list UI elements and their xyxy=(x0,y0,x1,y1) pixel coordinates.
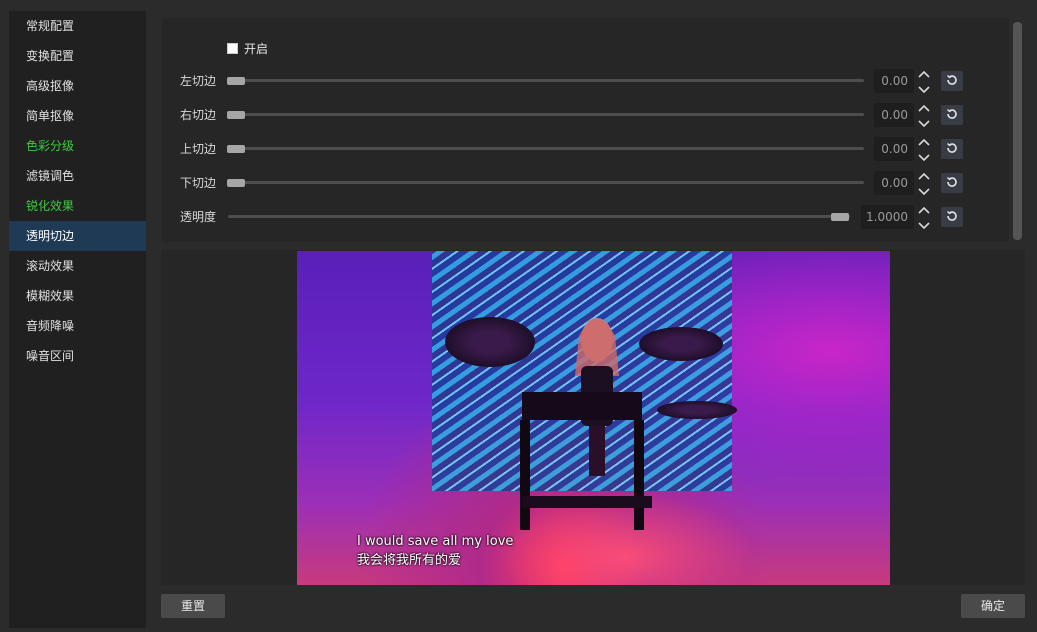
ok-button[interactable]: 确定 xyxy=(961,594,1025,618)
opacity-slider-thumb[interactable] xyxy=(831,213,849,221)
sidebar-item-advanced-keying[interactable]: 高级抠像 xyxy=(9,71,146,101)
sidebar-item-audio-denoise[interactable]: 音频降噪 xyxy=(9,311,146,341)
cymbal-left xyxy=(445,317,535,367)
video-preview: I would save all my love 我会将我所有的爱 xyxy=(297,251,890,585)
sidebar-item-sharpen[interactable]: 锐化效果 xyxy=(9,191,146,221)
subtitle-english: I would save all my love xyxy=(357,534,514,549)
reset-icon xyxy=(946,74,958,89)
opacity-reset-button[interactable] xyxy=(941,207,963,227)
sidebar-item-noise-range[interactable]: 噪音区间 xyxy=(9,341,146,371)
top-crop-spin-arrows-icon[interactable] xyxy=(917,135,931,165)
bottom-crop-label: 下切边 xyxy=(180,176,217,190)
sidebar-item-filter[interactable]: 滤镜调色 xyxy=(9,161,146,191)
drum-pad-right xyxy=(657,401,737,419)
settings-scrollbar[interactable] xyxy=(1013,22,1022,240)
enable-checkbox-row[interactable]: 开启 xyxy=(227,40,268,56)
sidebar-item-transform[interactable]: 变换配置 xyxy=(9,41,146,71)
reset-icon xyxy=(946,108,958,123)
bottom-crop-spin-arrows-icon[interactable] xyxy=(917,169,931,199)
top-crop-label: 上切边 xyxy=(180,142,217,156)
right-crop-slider-track[interactable] xyxy=(228,113,864,116)
drum-kit xyxy=(520,392,652,530)
reset-icon xyxy=(946,176,958,191)
reset-button[interactable]: 重置 xyxy=(161,594,225,618)
right-crop-label: 右切边 xyxy=(180,108,217,122)
right-crop-value-input[interactable]: 0.00 xyxy=(874,103,914,127)
right-crop-reset-button[interactable] xyxy=(941,105,963,125)
right-crop-spin-arrows-icon[interactable] xyxy=(917,101,931,131)
bottom-crop-reset-button[interactable] xyxy=(941,173,963,193)
sidebar-item-color-grading[interactable]: 色彩分级 xyxy=(9,131,146,161)
sidebar-item-simple-keying[interactable]: 简单抠像 xyxy=(9,101,146,131)
sidebar-item-scroll[interactable]: 滚动效果 xyxy=(9,251,146,281)
opacity-label: 透明度 xyxy=(180,210,217,224)
sidebar-item-transparent-crop[interactable]: 透明切边 xyxy=(9,221,146,251)
bottom-crop-slider-track[interactable] xyxy=(228,181,864,184)
bottom-crop-value-input[interactable]: 0.00 xyxy=(874,171,914,195)
sidebar: 常规配置 变换配置 高级抠像 简单抠像 色彩分级 滤镜调色 锐化效果 透明切边 … xyxy=(9,11,146,628)
opacity-spin-arrows-icon[interactable] xyxy=(917,203,931,233)
subtitle-chinese: 我会将我所有的爱 xyxy=(357,553,462,568)
top-crop-value-input[interactable]: 0.00 xyxy=(874,137,914,161)
sidebar-item-general[interactable]: 常规配置 xyxy=(9,11,146,41)
bottom-crop-slider-thumb[interactable] xyxy=(227,179,245,187)
top-crop-reset-button[interactable] xyxy=(941,139,963,159)
left-crop-value-input[interactable]: 0.00 xyxy=(874,69,914,93)
reset-icon xyxy=(946,210,958,225)
opacity-slider-track[interactable] xyxy=(228,215,850,218)
top-crop-slider-track[interactable] xyxy=(228,147,864,150)
left-crop-spin-arrows-icon[interactable] xyxy=(917,67,931,97)
enable-checkbox[interactable] xyxy=(227,42,238,54)
opacity-value-input[interactable]: 1.0000 xyxy=(861,205,914,229)
cymbal-right xyxy=(639,327,723,361)
top-crop-slider-thumb[interactable] xyxy=(227,145,245,153)
left-crop-reset-button[interactable] xyxy=(941,71,963,91)
left-crop-label: 左切边 xyxy=(180,74,217,88)
sidebar-item-blur[interactable]: 模糊效果 xyxy=(9,281,146,311)
left-crop-slider-thumb[interactable] xyxy=(227,77,245,85)
left-crop-slider-track[interactable] xyxy=(228,79,864,82)
right-crop-slider-thumb[interactable] xyxy=(227,111,245,119)
reset-icon xyxy=(946,142,958,157)
enable-label: 开启 xyxy=(244,41,269,56)
